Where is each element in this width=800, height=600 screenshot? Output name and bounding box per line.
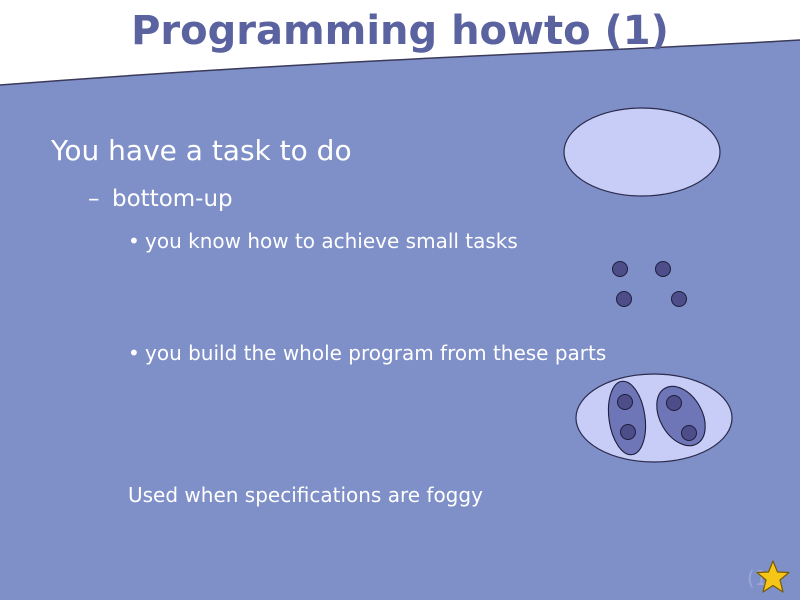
small-task-dot [655, 261, 671, 277]
program-ellipse [575, 373, 733, 463]
part-dot [620, 424, 636, 440]
part-dot [681, 425, 697, 441]
star-icon [756, 560, 790, 593]
slide: Programming howto (1) You have a task to… [0, 0, 800, 600]
small-task-dot [612, 261, 628, 277]
task-ellipse [563, 107, 721, 197]
part-dot [617, 394, 633, 410]
small-task-dot [616, 291, 632, 307]
bottom-up-diagram [563, 107, 733, 463]
small-task-dot [671, 291, 687, 307]
part-dot [666, 395, 682, 411]
